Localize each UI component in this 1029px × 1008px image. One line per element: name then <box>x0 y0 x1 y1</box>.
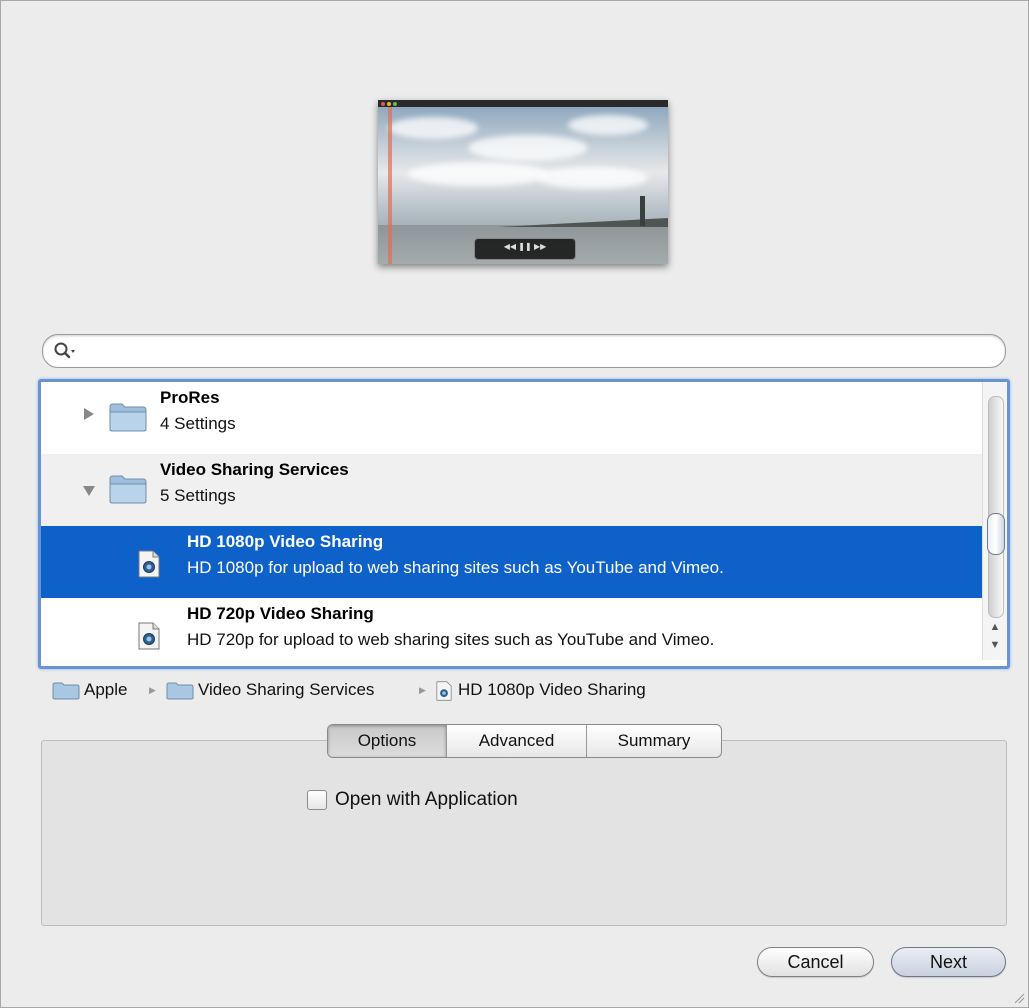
scroll-thumb[interactable] <box>987 513 1005 555</box>
open-with-application-checkbox[interactable] <box>307 790 327 810</box>
list-item-title: ProRes <box>160 388 220 407</box>
list-item-subtitle: 4 Settings <box>160 414 236 433</box>
breadcrumb-item[interactable]: Apple <box>84 678 127 702</box>
close-dot-icon <box>381 102 385 106</box>
list-item-subtitle: 5 Settings <box>160 486 236 505</box>
scroll-track[interactable] <box>988 396 1004 618</box>
list-item-title: HD 720p Video Sharing <box>187 604 374 623</box>
list-item-subtitle: HD 720p for upload to web sharing sites … <box>187 630 715 649</box>
list-item-prores[interactable]: ProRes 4 Settings <box>41 382 983 454</box>
rewind-icon[interactable]: ◀◀ <box>504 242 516 251</box>
list-item-subtitle: HD 1080p for upload to web sharing sites… <box>187 558 724 577</box>
folder-icon <box>166 682 194 700</box>
folder-icon <box>109 475 147 504</box>
breadcrumb-separator-icon: ▶ <box>419 685 426 695</box>
options-pane <box>41 740 1007 926</box>
search-field[interactable] <box>42 334 1006 368</box>
pause-icon[interactable]: ❚❚ <box>518 242 531 251</box>
disclosure-closed-icon[interactable] <box>84 408 94 420</box>
list-item-title: HD 1080p Video Sharing <box>187 532 384 551</box>
preview-playhead <box>388 107 392 264</box>
open-with-application-label[interactable]: Open with Application <box>335 788 518 812</box>
resize-grip-icon[interactable] <box>1013 992 1025 1004</box>
search-input[interactable] <box>83 340 987 362</box>
preview-bridge <box>640 196 645 226</box>
breadcrumb-separator-icon: ▶ <box>149 685 156 695</box>
list-item-hd-720p[interactable]: HD 720p Video Sharing HD 720p for upload… <box>41 598 983 666</box>
settings-tabs[interactable]: Options Advanced Summary <box>327 724 722 758</box>
breadcrumb-item[interactable]: Video Sharing Services <box>198 678 374 702</box>
playback-controls-hud[interactable]: ◀◀ ❚❚ ▶▶ <box>474 238 576 260</box>
list-item-video-sharing-services[interactable]: Video Sharing Services 5 Settings <box>41 454 983 526</box>
list-scrollbar[interactable]: ▲ ▼ <box>982 382 1007 660</box>
preview-titlebar <box>378 100 668 107</box>
cancel-button[interactable]: Cancel <box>757 947 874 977</box>
tab-advanced[interactable]: Advanced <box>447 725 587 757</box>
folder-icon <box>109 403 147 432</box>
video-preview[interactable]: ◀◀ ❚❚ ▶▶ <box>378 100 668 264</box>
minimize-dot-icon <box>387 102 391 106</box>
zoom-dot-icon <box>393 102 397 106</box>
tab-options[interactable]: Options <box>328 725 447 757</box>
settings-list[interactable]: ProRes 4 Settings Video Sharing Services… <box>38 379 1010 669</box>
list-item-hd-1080p[interactable]: HD 1080p Video Sharing HD 1080p for uplo… <box>41 526 983 598</box>
scroll-down-arrow-icon[interactable]: ▼ <box>988 636 1002 654</box>
compressor-setting-icon <box>138 550 160 578</box>
disclosure-open-icon[interactable] <box>83 486 95 496</box>
compressor-setting-icon <box>436 681 452 701</box>
tab-summary[interactable]: Summary <box>587 725 721 757</box>
fast-forward-icon[interactable]: ▶▶ <box>534 242 546 251</box>
scroll-up-arrow-icon[interactable]: ▲ <box>988 618 1002 636</box>
compressor-setting-icon <box>138 622 160 650</box>
folder-icon <box>52 682 80 700</box>
preview-sky <box>378 107 668 227</box>
next-button[interactable]: Next <box>891 947 1006 977</box>
search-icon[interactable] <box>53 341 77 361</box>
list-item-title: Video Sharing Services <box>160 460 349 479</box>
breadcrumb-item[interactable]: HD 1080p Video Sharing <box>458 678 646 702</box>
